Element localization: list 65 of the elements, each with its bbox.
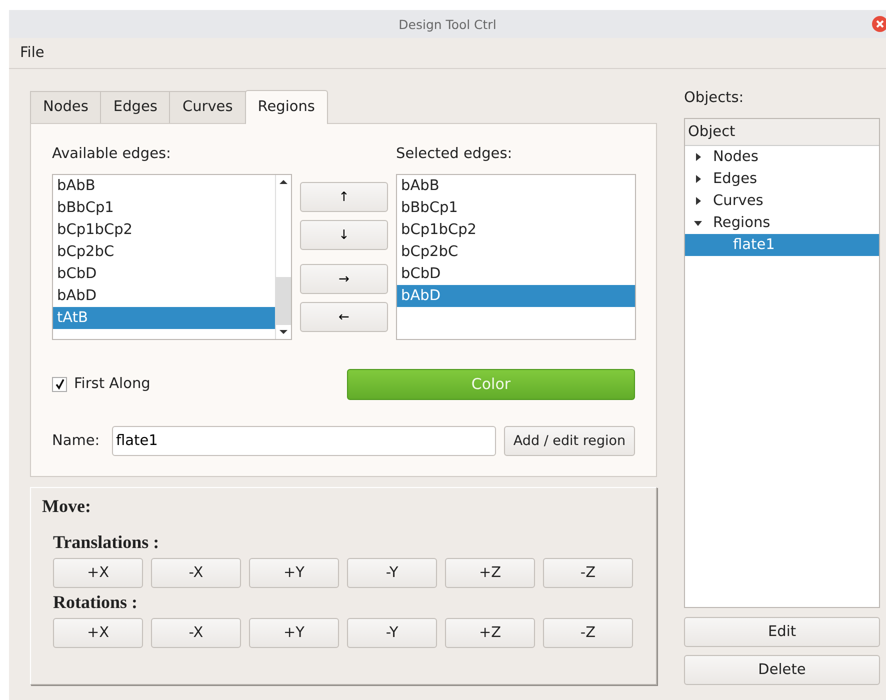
objects-label: Objects: (684, 90, 745, 108)
tree-item[interactable]: Edges (713, 171, 758, 187)
move-button[interactable]: +X (53, 558, 143, 588)
move-button[interactable]: -Y (347, 558, 437, 588)
checkbox[interactable] (52, 376, 67, 392)
list-label: Selected edges: (396, 146, 514, 164)
checkbox-label[interactable]: First Along (74, 376, 347, 392)
move-button[interactable]: -X (151, 558, 241, 588)
arrow-button[interactable]: ← (300, 302, 388, 332)
group-label: Rotations : (53, 592, 138, 614)
arrow-button[interactable]: ↑ (300, 182, 388, 212)
move-button[interactable]: -X (151, 618, 241, 648)
tree-item[interactable]: Regions (713, 215, 770, 231)
list-item[interactable]: bBbCp1 (397, 197, 635, 219)
move-button[interactable]: +Y (249, 618, 339, 648)
tree-item[interactable]: Curves (713, 193, 764, 209)
expander-icon[interactable] (693, 218, 703, 228)
close-icon[interactable] (872, 16, 886, 32)
name-field[interactable]: flate1 (112, 426, 496, 456)
action-button[interactable]: Delete (684, 655, 880, 685)
tree-row[interactable]: Curves (685, 190, 879, 212)
move-button[interactable]: -Y (347, 618, 437, 648)
list-item[interactable]: bAbD (53, 285, 275, 307)
tree-row[interactable]: flate1 (685, 234, 879, 256)
move-button[interactable]: +X (53, 618, 143, 648)
list-label: Available edges: (52, 146, 172, 164)
list-item[interactable]: bCbD (397, 263, 635, 285)
name-label: Name: (52, 433, 101, 449)
arrow-button[interactable]: ↓ (300, 220, 388, 250)
move-button[interactable]: +Z (445, 618, 535, 648)
tab[interactable]: Edges (100, 91, 170, 123)
tree-item[interactable]: flate1 (733, 237, 775, 253)
list-item[interactable]: tAtB (53, 307, 275, 329)
list-item[interactable]: bCbD (53, 263, 275, 285)
list-item[interactable]: bCp1bCp2 (53, 219, 275, 241)
column-header[interactable]: Object (685, 119, 879, 146)
add-edit-region-button[interactable]: Add / edit region (504, 426, 635, 456)
group-label: Translations : (53, 532, 160, 554)
action-button[interactable]: Edit (684, 617, 880, 647)
tree-row[interactable]: Regions (685, 212, 879, 234)
list-item[interactable]: bBbCp1 (53, 197, 275, 219)
move-button[interactable]: -Z (543, 618, 633, 648)
list-item[interactable]: bAbB (397, 175, 635, 197)
move-button[interactable]: +Z (445, 558, 535, 588)
list-item[interactable]: bAbB (53, 175, 275, 197)
tab[interactable]: Curves (169, 91, 246, 123)
move-button[interactable]: +Y (249, 558, 339, 588)
scrollbar[interactable] (275, 175, 291, 339)
expander-icon[interactable] (693, 174, 703, 184)
expander-icon[interactable] (693, 196, 703, 206)
list-item[interactable]: bAbD (397, 285, 635, 307)
window-title: Design Tool Ctrl (398, 16, 496, 32)
tree-item[interactable]: Nodes (713, 149, 758, 165)
move-button[interactable]: -Z (543, 558, 633, 588)
tab[interactable]: Regions (244, 90, 328, 124)
expander-icon[interactable] (693, 152, 703, 162)
arrow-button[interactable]: → (300, 264, 388, 294)
list-item[interactable]: bCp2bC (53, 241, 275, 263)
list-item[interactable]: bCp1bCp2 (397, 219, 635, 241)
tree-row[interactable]: Nodes (685, 146, 879, 168)
menu-item[interactable]: File (20, 45, 44, 61)
list-item[interactable]: bCp2bC (397, 241, 635, 263)
section-title: Move: (42, 496, 92, 518)
tab[interactable]: Nodes (30, 91, 102, 123)
tree-row[interactable]: Edges (685, 168, 879, 190)
